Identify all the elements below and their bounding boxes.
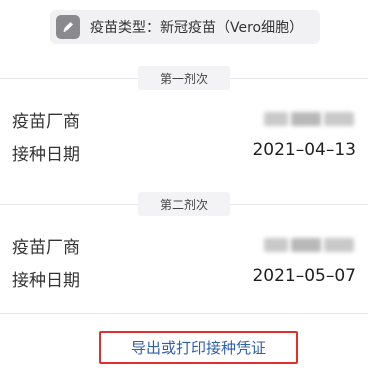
dose-1-title: 第一剂次: [138, 66, 230, 90]
dose-2-manufacturer-label: 疫苗厂商: [12, 238, 80, 258]
dose-1-manufacturer-value-redacted: [254, 110, 354, 128]
dose-1-manufacturer-label: 疫苗厂商: [12, 112, 80, 132]
vaccine-type-chip: 疫苗类型：新冠疫苗（Vero细胞）: [50, 10, 320, 44]
dose-1-date-value: 2021–04–13: [252, 140, 356, 160]
dose-2-date-label: 接种日期: [12, 271, 80, 291]
pencil-icon: [56, 15, 80, 39]
dose-2-date-value: 2021–05–07: [252, 266, 356, 286]
dose-2-manufacturer-value-redacted: [254, 236, 354, 254]
vaccine-type-text: 疫苗类型：新冠疫苗（Vero细胞）: [90, 20, 304, 36]
export-certificate-button[interactable]: 导出或打印接种凭证: [99, 331, 298, 364]
dose-1-date-label: 接种日期: [12, 145, 80, 165]
dose-2-title: 第二剂次: [138, 192, 230, 216]
section-divider: [0, 313, 368, 314]
